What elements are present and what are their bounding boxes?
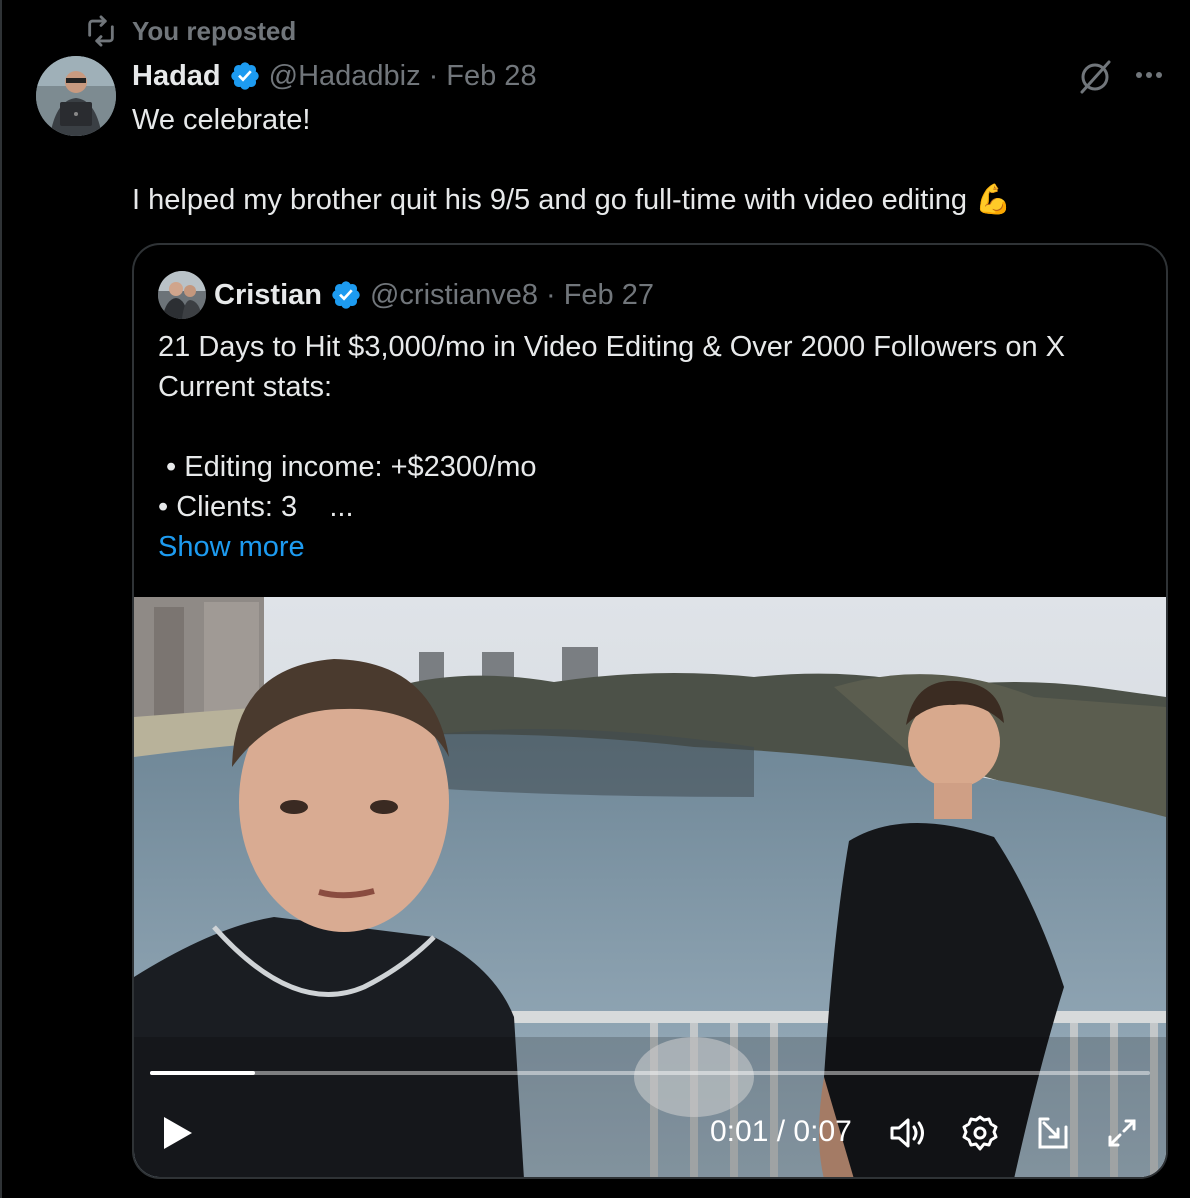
tweet-container: You reposted Hadad @Hadadbiz · Feb 28 We… (0, 0, 1190, 1198)
time-divider: / (776, 1115, 786, 1148)
video-progress-fill (150, 1071, 255, 1075)
video-progress-bar[interactable] (150, 1071, 1150, 1075)
play-icon[interactable] (160, 1113, 196, 1153)
fullscreen-icon[interactable] (1100, 1111, 1144, 1155)
separator-dot: · (428, 59, 439, 92)
quoted-tweet-text: 21 Days to Hit $3,000/mo in Video Editin… (158, 327, 1148, 567)
current-time: 0:01 (710, 1115, 769, 1148)
tweet-header: Hadad @Hadadbiz · Feb 28 (132, 56, 537, 96)
duration: 0:07 (793, 1115, 852, 1148)
repost-icon (88, 15, 114, 47)
verified-badge-icon[interactable] (229, 60, 261, 92)
quoted-tweet-header: Cristian @cristianve8 · Feb 27 (158, 271, 655, 319)
video-frame (134, 597, 1166, 1177)
tweet-text: We celebrate! I helped my brother quit h… (132, 100, 1142, 220)
separator-dot: · (546, 278, 556, 311)
tweet-text-line-content: I helped my brother quit his 9/5 and go … (132, 184, 968, 216)
quoted-tweet-card[interactable]: Cristian @cristianve8 · Feb 27 21 Days t… (132, 243, 1168, 1179)
quoted-text-line: Current stats: (158, 371, 333, 403)
quoted-text-line: 21 Days to Hit $3,000/mo in Video Editin… (158, 331, 1066, 363)
quoted-tweet-date: Feb 27 (563, 278, 655, 311)
verified-badge-icon (332, 281, 360, 309)
picture-in-picture-icon[interactable] (1030, 1111, 1074, 1155)
author-handle[interactable]: @Hadadbiz (269, 60, 421, 93)
tweet-text-line: We celebrate! (132, 104, 311, 136)
repost-indicator[interactable]: You reposted (84, 14, 296, 48)
quoted-text-line: • Editing income: +$2300/mo (158, 451, 537, 483)
video-time: 0:01 / 0:07 (710, 1115, 852, 1149)
volume-icon[interactable] (886, 1111, 930, 1155)
more-options-icon[interactable] (1130, 62, 1168, 88)
quoted-avatar (158, 271, 206, 319)
author-name[interactable]: Hadad (132, 60, 221, 93)
quoted-text-line: • Clients: 3 ... (158, 491, 354, 523)
repost-label: You reposted (132, 15, 297, 46)
show-more-link[interactable]: Show more (158, 527, 1148, 567)
video-player[interactable]: 0:01 / 0:07 (134, 597, 1166, 1177)
quoted-author-name[interactable]: Cristian (214, 279, 322, 312)
settings-icon[interactable] (958, 1111, 1002, 1155)
tweet-text-line: I helped my brother quit his 9/5 and go … (132, 180, 1142, 220)
grok-icon[interactable] (1076, 58, 1114, 96)
flexed-biceps-emoji: 💪 (975, 184, 1012, 216)
quoted-author-handle: @cristianve8 (369, 278, 539, 311)
avatar[interactable] (36, 56, 116, 136)
tweet-date[interactable]: Feb 28 (446, 60, 536, 93)
